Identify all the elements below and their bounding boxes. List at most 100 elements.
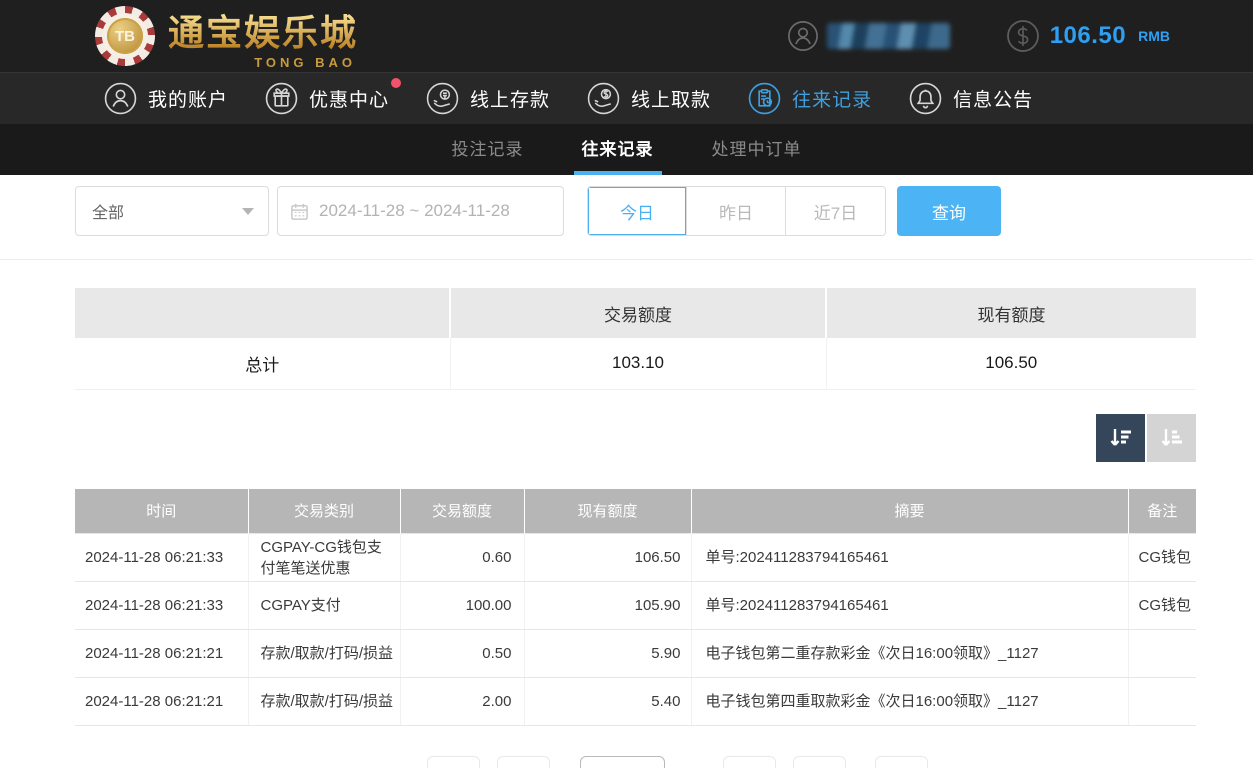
cell-balance: 5.40 — [524, 678, 691, 726]
records-icon — [748, 82, 781, 115]
cell-summary: 电子钱包第二重存款彩金《次日16:00领取》_1127 — [691, 630, 1128, 678]
site-title: 通宝娱乐城 — [168, 4, 358, 56]
chevron-down-icon — [242, 208, 254, 215]
cell-amount: 100.00 — [400, 582, 524, 630]
site-subtitle: TONG BAO — [254, 55, 356, 70]
table-row: 2024-11-28 06:21:21 存款/取款/打码/损益 0.50 5.9… — [75, 630, 1196, 678]
nav-label: 往来记录 — [792, 85, 872, 112]
cell-time: 2024-11-28 06:21:21 — [75, 630, 248, 678]
cell-summary: 单号:202411283794165461 — [691, 582, 1128, 630]
search-button[interactable]: 查询 — [897, 186, 1001, 236]
record-subtabs: 投注记录 往来记录 处理中订单 — [0, 124, 1253, 175]
tab-processing-orders[interactable]: 处理中订单 — [704, 124, 810, 175]
sort-descending-button[interactable] — [1096, 414, 1145, 462]
balance-currency: RMB — [1138, 28, 1170, 44]
quick-today-button[interactable]: 今日 — [588, 187, 687, 235]
top-header: TB 通宝娱乐城 TONG BAO 106.50 — [0, 0, 1253, 72]
col-type: 交易类别 — [248, 489, 400, 534]
tab-transaction-records[interactable]: 往来记录 — [574, 124, 662, 175]
filter-bar: 全部 2024-11-28 ~ 2024-11-28 今日 昨日 近7日 查询 — [75, 186, 1196, 236]
quick-yesterday-button[interactable]: 昨日 — [687, 187, 786, 235]
nav-label: 我的账户 — [148, 85, 228, 112]
withdraw-icon — [587, 82, 620, 115]
logo-text: 通宝娱乐城 TONG BAO — [168, 4, 358, 68]
table-row: 2024-11-28 06:21:33 CGPAY-CG钱包支付笔笔送优惠 0.… — [75, 534, 1196, 582]
gift-icon — [265, 82, 298, 115]
cell-remark: CG钱包 — [1128, 534, 1196, 582]
nav-label: 线上存款 — [470, 85, 550, 112]
sort-controls — [75, 414, 1196, 462]
nav-announcements[interactable]: 信息公告 — [909, 82, 1033, 115]
wallet-balance[interactable]: 106.50 RMB — [1006, 19, 1170, 53]
cell-summary: 电子钱包第四重取款彩金《次日16:00领取》_1127 — [691, 678, 1128, 726]
nav-label: 线上取款 — [631, 85, 711, 112]
pagination — [75, 756, 1196, 768]
casino-chip-icon: TB — [95, 6, 155, 66]
cell-amount: 0.60 — [400, 534, 524, 582]
summary-transaction-total: 103.10 — [450, 338, 826, 389]
sort-ascending-button[interactable] — [1147, 414, 1196, 462]
sort-ascending-icon — [1158, 424, 1186, 452]
nav-promotions[interactable]: 优惠中心 — [265, 82, 389, 115]
quick-date-group: 今日 昨日 近7日 — [587, 186, 886, 236]
tab-betting-records[interactable]: 投注记录 — [444, 124, 532, 175]
nav-transaction-records[interactable]: 往来记录 — [748, 82, 872, 115]
pagination-next-button[interactable] — [723, 756, 776, 768]
cell-remark — [1128, 630, 1196, 678]
type-select-value: 全部 — [92, 199, 124, 223]
summary-header-empty — [75, 288, 450, 338]
pagination-prev-button[interactable] — [497, 756, 550, 768]
cell-balance: 5.90 — [524, 630, 691, 678]
main-content: 全部 2024-11-28 ~ 2024-11-28 今日 昨日 近7日 查询 — [75, 186, 1196, 768]
calendar-icon — [290, 202, 309, 221]
logo[interactable]: TB 通宝娱乐城 TONG BAO — [95, 4, 358, 68]
col-summary: 摘要 — [691, 489, 1128, 534]
col-remark: 备注 — [1128, 489, 1196, 534]
username-redacted — [827, 23, 950, 49]
cell-time: 2024-11-28 06:21:21 — [75, 678, 248, 726]
nav-my-account[interactable]: 我的账户 — [104, 82, 228, 115]
bell-icon — [909, 82, 942, 115]
pagination-page-select[interactable] — [580, 756, 665, 768]
summary-header-row: 交易额度 现有额度 — [75, 288, 1196, 338]
date-range-value: 2024-11-28 ~ 2024-11-28 — [319, 201, 510, 221]
col-amount: 交易额度 — [400, 489, 524, 534]
pagination-go-button[interactable] — [875, 756, 928, 768]
chip-monogram: TB — [107, 18, 143, 54]
type-select[interactable]: 全部 — [75, 186, 269, 236]
user-avatar-icon — [787, 20, 819, 52]
coin-icon — [1006, 19, 1040, 53]
deposit-icon — [426, 82, 459, 115]
records-table: 时间 交易类别 交易额度 现有额度 摘要 备注 2024-11-28 06:21… — [75, 489, 1196, 727]
user-icon — [104, 82, 137, 115]
cell-remark: CG钱包 — [1128, 582, 1196, 630]
nav-online-deposit[interactable]: 线上存款 — [426, 82, 550, 115]
nav-online-withdrawal[interactable]: 线上取款 — [587, 82, 711, 115]
cell-type: 存款/取款/打码/损益 — [248, 630, 400, 678]
quick-last7days-button[interactable]: 近7日 — [786, 187, 885, 235]
cell-time: 2024-11-28 06:21:33 — [75, 534, 248, 582]
cell-balance: 105.90 — [524, 582, 691, 630]
date-range-input[interactable]: 2024-11-28 ~ 2024-11-28 — [277, 186, 564, 236]
summary-balance-total: 106.50 — [826, 338, 1196, 389]
summary-table: 交易额度 现有额度 总计 103.10 106.50 — [75, 288, 1196, 390]
sort-descending-icon — [1107, 424, 1135, 452]
summary-header-transaction: 交易额度 — [450, 288, 826, 338]
pagination-last-button[interactable] — [793, 756, 846, 768]
cell-type: CGPAY-CG钱包支付笔笔送优惠 — [248, 534, 400, 582]
cell-type: 存款/取款/打码/损益 — [248, 678, 400, 726]
cell-remark — [1128, 678, 1196, 726]
col-balance: 现有额度 — [524, 489, 691, 534]
nav-label: 信息公告 — [953, 85, 1033, 112]
cell-balance: 106.50 — [524, 534, 691, 582]
main-navigation: 我的账户 优惠中心 线上存款 — [0, 72, 1253, 124]
section-divider — [0, 259, 1253, 260]
cell-type: CGPAY支付 — [248, 582, 400, 630]
user-account[interactable] — [787, 20, 950, 52]
pagination-first-button[interactable] — [427, 756, 480, 768]
summary-total-row: 总计 103.10 106.50 — [75, 338, 1196, 389]
notification-dot — [391, 78, 401, 88]
nav-label: 优惠中心 — [309, 85, 389, 112]
col-time: 时间 — [75, 489, 248, 534]
cell-time: 2024-11-28 06:21:33 — [75, 582, 248, 630]
